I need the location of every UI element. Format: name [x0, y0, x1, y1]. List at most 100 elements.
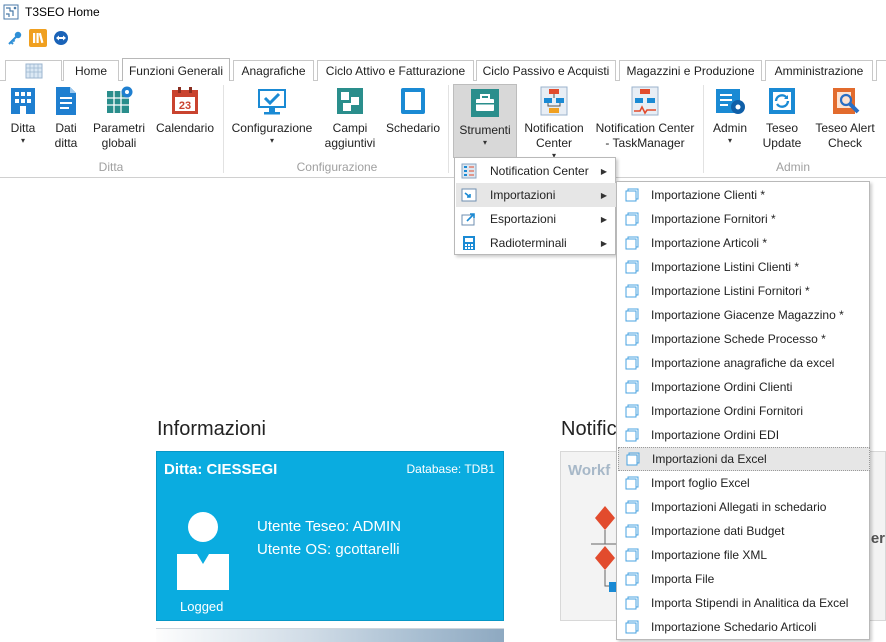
teamviewer-icon[interactable] [52, 29, 70, 47]
import-menu-label: Importazione Listini Fornitori * [651, 284, 810, 298]
import-menu-label: Importazione Articoli * [651, 236, 768, 250]
notification-center-button[interactable]: Notification Center ▾ [521, 85, 587, 161]
user-os: Utente OS: gcottarelli [257, 541, 400, 558]
tab-logo[interactable] [5, 60, 62, 81]
campi-line1: Campi [332, 121, 368, 135]
notifiche-title: Notific [561, 418, 617, 440]
window-icon [625, 260, 639, 274]
update-icon [769, 88, 795, 114]
import-menu-item[interactable]: Importazione Clienti * [618, 183, 870, 207]
teseo-alert-check-button[interactable]: Teseo Alert Check [813, 85, 877, 151]
flowchart-icon [540, 86, 568, 116]
campi-aggiuntivi-button[interactable]: Campi aggiuntivi [322, 85, 378, 151]
chevron-down-icon: ▾ [20, 136, 25, 145]
parametri-line1: Parametri [93, 121, 146, 135]
import-menu-item[interactable]: Importa File [618, 567, 870, 591]
parametri-globali-button[interactable]: Parametri globali [93, 85, 145, 151]
import-menu-item[interactable]: Importazione dati Budget [618, 519, 870, 543]
key-icon[interactable] [6, 29, 24, 47]
tab-funzioni-generali[interactable]: Funzioni Generali [122, 58, 230, 82]
user-teseo: Utente Teseo: ADMIN [257, 518, 401, 535]
quick-access-toolbar [6, 29, 70, 47]
firm-name: Ditta: CIESSEGI [164, 461, 278, 478]
dati-ditta-button[interactable]: Dati ditta [48, 85, 84, 151]
notification-center-line1: Notification [524, 121, 584, 135]
import-menu-item[interactable]: Importazione anagrafiche da excel [618, 351, 870, 375]
building-icon [11, 88, 35, 114]
ditta-button[interactable]: Ditta ▾ [5, 85, 41, 146]
import-menu-label: Importazione Ordini EDI [651, 428, 780, 442]
menu-item-importazioni[interactable]: Importazioni ▶ [456, 183, 616, 207]
configurazione-button[interactable]: Configurazione ▾ [232, 85, 312, 146]
import-menu-item[interactable]: Import foglio Excel [618, 471, 870, 495]
card-strip [156, 628, 504, 642]
tab-magazzini[interactable]: Magazzini e Produzione [619, 60, 762, 81]
window-icon [625, 500, 639, 514]
schedario-label: Schedario [385, 121, 441, 135]
import-menu-item[interactable]: Importazione Ordini Clienti [618, 375, 870, 399]
ribbon-panel: Ditta ▾ Dati ditta Parametri globali 23 … [0, 81, 886, 178]
import-menu-label: Importazioni Allegati in schedario [651, 500, 827, 514]
calendario-button[interactable]: 23 Calendario [156, 85, 214, 136]
import-menu-item[interactable]: Importazione Schede Processo * [618, 327, 870, 351]
chevron-right-icon: ▶ [600, 190, 607, 200]
schedario-button[interactable]: Schedario [386, 85, 440, 136]
alert-check-icon [833, 88, 860, 114]
import-menu-item[interactable]: Importazione Listini Fornitori * [618, 279, 870, 303]
import-menu-item[interactable]: Importazione file XML [618, 543, 870, 567]
tab-more[interactable] [876, 60, 886, 81]
terminal-icon [463, 236, 475, 250]
strumenti-label: Strumenti [459, 123, 511, 137]
import-menu-item[interactable]: Importazione Fornitori * [618, 207, 870, 231]
menu-item-notification-center[interactable]: Notification Center ▶ [456, 159, 616, 183]
import-menu-label: Importazione anagrafiche da excel [651, 356, 835, 370]
menu-item-label: Esportazioni [490, 212, 557, 226]
import-menu-label: Importazione Fornitori * [651, 212, 776, 226]
calendario-label: Calendario [155, 121, 215, 135]
campi-line2: aggiuntivi [324, 136, 376, 150]
import-menu-item[interactable]: Importazione Schedario Articoli [618, 615, 870, 639]
tab-ciclo-attivo[interactable]: Ciclo Attivo e Fatturazione [317, 60, 474, 81]
import-menu-item[interactable]: Importazione Ordini EDI [618, 423, 870, 447]
chevron-right-icon: ▶ [600, 238, 607, 248]
strumenti-menu: Notification Center ▶ Importazioni ▶ Esp… [454, 157, 616, 255]
import-menu-item[interactable]: Importazione Listini Clienti * [618, 255, 870, 279]
database-label: Database: TDB1 [406, 462, 496, 476]
admin-button[interactable]: Admin ▾ [710, 85, 750, 146]
group-label-configurazione: Configurazione [296, 160, 378, 174]
strumenti-button[interactable]: Strumenti ▾ [453, 84, 517, 158]
window-icon [625, 524, 639, 538]
group-separator [703, 85, 704, 173]
import-menu-label: Importazione Schede Processo * [651, 332, 826, 346]
chevron-right-icon: ▶ [600, 214, 607, 224]
workflow-text: er [870, 530, 885, 547]
import-menu-label: Importazione file XML [651, 548, 768, 562]
tab-ciclo-passivo[interactable]: Ciclo Passivo e Acquisti [476, 60, 616, 81]
tab-home[interactable]: Home [63, 60, 119, 81]
menu-item-esportazioni[interactable]: Esportazioni ▶ [456, 207, 616, 231]
window-icon [625, 284, 639, 298]
window-icon [625, 332, 639, 346]
export-icon [461, 213, 475, 226]
teseo-update-line2: Update [762, 136, 802, 150]
import-menu-item[interactable]: Importazioni Allegati in schedario [618, 495, 870, 519]
configurazione-label: Configurazione [231, 121, 313, 135]
import-menu-item[interactable]: Importa Stipendi in Analitica da Excel [618, 591, 870, 615]
import-menu-item[interactable]: Importazione Ordini Fornitori [618, 399, 870, 423]
import-menu-item[interactable]: Importazione Articoli * [618, 231, 870, 255]
importazioni-submenu: Importazione Clienti * Importazione Forni… [616, 181, 870, 640]
tab-amministrazione[interactable]: Amministrazione [765, 60, 873, 81]
menu-item-label: Notification Center [490, 164, 589, 178]
workflow-title: Workf [568, 462, 611, 479]
chevron-down-icon: ▾ [727, 136, 732, 145]
tab-anagrafiche[interactable]: Anagrafiche [233, 60, 314, 81]
notification-center-taskmanager-button[interactable]: Notification Center - TaskManager [594, 85, 696, 151]
login-status: Logged [180, 599, 224, 614]
import-menu-item[interactable]: Importazioni da Excel [618, 447, 870, 471]
list-icon [461, 163, 477, 179]
teseo-update-button[interactable]: Teseo Update [760, 85, 804, 151]
teseo-update-line1: Teseo [765, 121, 799, 135]
menu-item-radioterminali[interactable]: Radioterminali ▶ [456, 231, 616, 255]
import-menu-item[interactable]: Importazione Giacenze Magazzino * [618, 303, 870, 327]
library-icon[interactable] [29, 29, 47, 47]
